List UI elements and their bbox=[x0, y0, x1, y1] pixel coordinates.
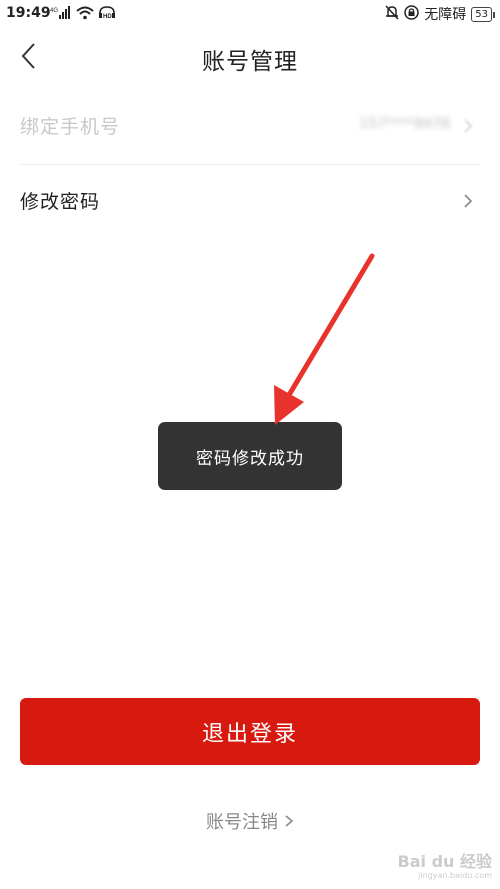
accessibility-icon bbox=[404, 4, 420, 24]
watermark-url: jingyan.baidu.com bbox=[418, 871, 492, 880]
hd-voice-icon: HD bbox=[98, 6, 116, 24]
status-time: 19:49 bbox=[6, 5, 51, 21]
page-title: 账号管理 bbox=[202, 49, 298, 75]
status-icons-right: 无障碍 53 bbox=[385, 4, 495, 24]
bind-phone-row[interactable]: 绑定手机号 157****8478 bbox=[20, 90, 480, 165]
accessibility-label: 无障碍 bbox=[424, 7, 467, 23]
bell-off-icon bbox=[385, 4, 399, 24]
signal-icon: 4G bbox=[50, 6, 72, 24]
bind-phone-value: 157****8478 bbox=[359, 116, 450, 132]
chevron-right-icon bbox=[284, 812, 294, 833]
baidu-jingyan-watermark: Bai du 经验 jingyan.baidu.com bbox=[398, 854, 492, 883]
network-type-label: 4G bbox=[50, 8, 58, 14]
cancel-account-link[interactable]: 账号注销 bbox=[0, 808, 500, 834]
header: 账号管理 bbox=[0, 28, 500, 88]
hd-label: HD bbox=[103, 14, 112, 20]
change-password-row[interactable]: 修改密码 bbox=[20, 165, 480, 239]
cancel-account-label: 账号注销 bbox=[206, 812, 278, 833]
chevron-right-icon bbox=[462, 192, 474, 210]
toast-message: 密码修改成功 bbox=[158, 422, 342, 490]
battery-indicator: 53 bbox=[471, 6, 495, 22]
bind-phone-label: 绑定手机号 bbox=[20, 116, 121, 138]
status-icons-left: 4G HD bbox=[50, 6, 116, 24]
status-bar: 19:49 4G HD 无障碍 53 bbox=[0, 0, 500, 28]
logout-button[interactable]: 退出登录 bbox=[20, 698, 480, 765]
chevron-right-icon bbox=[462, 117, 474, 135]
wifi-icon bbox=[76, 6, 94, 24]
change-password-label: 修改密码 bbox=[20, 191, 101, 213]
